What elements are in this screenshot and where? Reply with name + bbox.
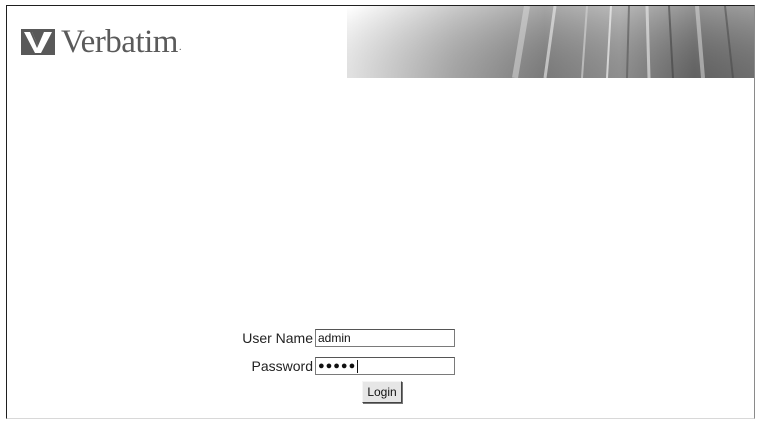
password-mask: ●●●●● (318, 360, 357, 372)
login-button[interactable]: Login (362, 381, 402, 403)
username-row: User Name (7, 328, 455, 348)
password-input[interactable]: ●●●●● (315, 357, 455, 375)
username-input[interactable] (315, 329, 455, 347)
text-caret (357, 359, 359, 373)
brand-trademark-dot: . (178, 42, 182, 53)
verbatim-v-icon (21, 29, 55, 55)
password-row: Password ●●●●● (7, 356, 455, 376)
username-label: User Name (242, 330, 313, 346)
verbatim-logo: Verbatim . (21, 22, 181, 62)
login-page: Verbatim . User Name Password ●●●●● Logi… (6, 5, 755, 419)
brand-name: Verbatim (61, 24, 178, 60)
header-banner: Verbatim . (7, 6, 754, 78)
password-label: Password (251, 358, 313, 374)
